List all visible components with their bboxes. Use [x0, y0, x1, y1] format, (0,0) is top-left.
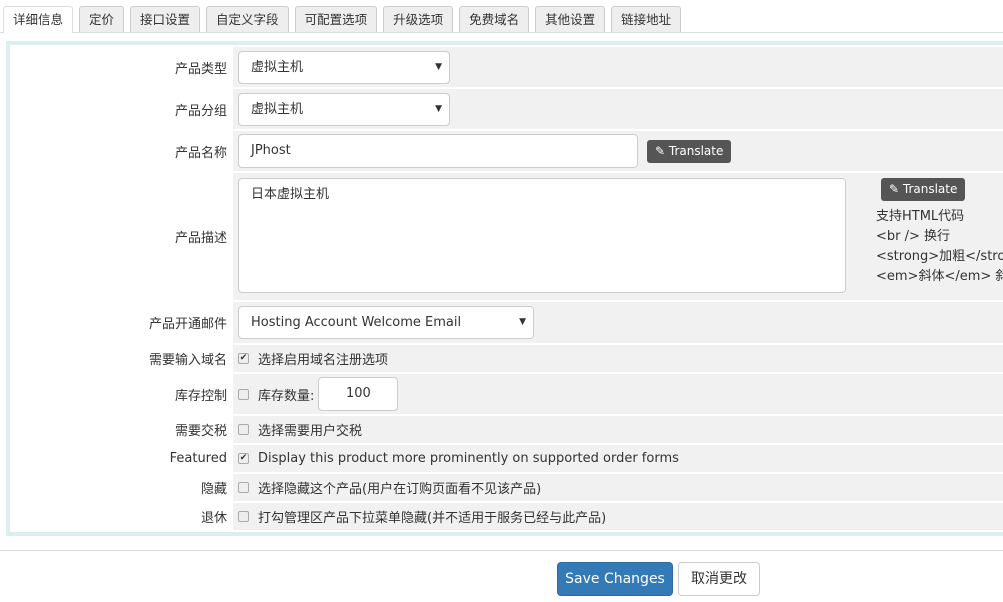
tab-details[interactable]: 详细信息 [3, 6, 74, 33]
details-panel: 产品类型 虚拟主机 ▼ 产品分组 虚拟主机 ▼ 产品名称 JPhost ✎ Tran… [6, 41, 1003, 536]
row-featured: Featured ✔ Display this product more prom… [10, 445, 1003, 474]
tab-free-domain[interactable]: 免费域名 [459, 6, 530, 32]
help-line: <br /> 换行 [876, 229, 951, 244]
checkbox-label: 打勾管理区产品下拉菜单隐藏(并不适用于服务已经与此产品) [258, 511, 607, 526]
row-welcome-email: 产品开通邮件 Hosting Account Welcome Email ▼ [10, 302, 1003, 345]
featured-checkbox[interactable]: ✔ [238, 453, 249, 464]
product-name-input[interactable]: JPhost [238, 134, 638, 168]
label: 产品描述 [174, 231, 227, 246]
tab-links[interactable]: 链接地址 [611, 6, 682, 32]
translate-name-button[interactable]: ✎ Translate [647, 139, 732, 163]
caret-down-icon: ▼ [519, 317, 526, 327]
translate-description-button[interactable]: ✎ Translate [881, 178, 966, 201]
tab-module-settings[interactable]: 接口设置 [130, 6, 201, 32]
caret-down-icon: ▼ [435, 103, 442, 114]
require-domain-checkbox[interactable]: ✔ [238, 353, 249, 364]
tab-other[interactable]: 其他设置 [535, 6, 606, 32]
button-label: Translate [902, 182, 958, 196]
row-product-description: 产品描述 日本虚拟主机 ✎ Translate 支持HTML代码 <br /> … [10, 173, 1003, 302]
label: 库存控制 [174, 388, 227, 404]
checkbox-label: 选择需要用户交税 [258, 424, 363, 439]
edit-icon: ✎ [655, 143, 669, 158]
caret-down-icon: ▼ [435, 61, 442, 72]
help-line: 支持HTML代码 [876, 209, 965, 224]
label: 产品开通邮件 [148, 317, 227, 332]
label: 隐藏 [200, 482, 227, 497]
label: 产品名称 [174, 145, 227, 161]
label: 需要交税 [174, 424, 227, 439]
product-type-select[interactable]: 虚拟主机 ▼ [238, 50, 450, 84]
tab-upgrades[interactable]: 升级选项 [383, 6, 454, 32]
button-label: Translate [668, 143, 724, 158]
label: 产品分组 [174, 103, 227, 119]
help-line: <strong>加粗</strong> [876, 249, 1003, 264]
row-product-group: 产品分组 虚拟主机 ▼ [10, 89, 1003, 131]
selected-value: Hosting Account Welcome Email [251, 315, 462, 330]
row-tax: 需要交税 选择需要用户交税 [10, 416, 1003, 445]
welcome-email-select[interactable]: Hosting Account Welcome Email ▼ [238, 306, 534, 339]
tab-pricing[interactable]: 定价 [79, 6, 125, 32]
selected-value: 虚拟主机 [251, 59, 304, 75]
row-require-domain: 需要输入域名 ✔ 选择启用域名注册选项 [10, 345, 1003, 374]
row-hidden: 隐藏 选择隐藏这个产品(用户在订购页面看不见该产品) [10, 474, 1003, 503]
checkbox-label: Display this product more prominently on… [258, 451, 679, 466]
stock-control-checkbox[interactable] [238, 388, 249, 400]
product-description-textarea[interactable]: 日本虚拟主机 [238, 178, 846, 293]
row-retired: 退休 打勾管理区产品下拉菜单隐藏(并不适用于服务已经与此产品) [10, 503, 1003, 532]
stock-quantity-input[interactable]: 100 [318, 377, 399, 411]
description-help: ✎ Translate 支持HTML代码 <br /> 换行 <strong>加… [876, 178, 1003, 287]
product-group-select[interactable]: 虚拟主机 ▼ [238, 92, 450, 126]
footer-divider [0, 550, 1003, 551]
row-product-type: 产品类型 虚拟主机 ▼ [10, 47, 1003, 89]
edit-icon: ✎ [889, 182, 903, 196]
tab-configurable-options[interactable]: 可配置选项 [294, 6, 378, 32]
tax-checkbox[interactable] [238, 424, 249, 435]
checkbox-label: 选择隐藏这个产品(用户在订购页面看不见该产品) [258, 482, 542, 497]
label: 需要输入域名 [148, 353, 227, 368]
retired-checkbox[interactable] [238, 511, 249, 522]
checkbox-label: 库存数量: [258, 388, 315, 404]
label: 退休 [200, 511, 227, 526]
cancel-changes-button[interactable]: 取消更改 [678, 562, 760, 596]
label: Featured [169, 451, 227, 466]
selected-value: 虚拟主机 [251, 101, 304, 117]
checkbox-label: 选择启用域名注册选项 [258, 353, 389, 368]
row-product-name: 产品名称 JPhost ✎ Translate [10, 131, 1003, 173]
hidden-checkbox[interactable] [238, 482, 249, 493]
row-stock-control: 库存控制 库存数量: 100 [10, 374, 1003, 416]
tab-custom-fields[interactable]: 自定义字段 [206, 6, 289, 32]
tab-bar: 详细信息 定价 接口设置 自定义字段 可配置选项 升级选项 免费域名 其他设置 … [0, 6, 1003, 33]
label: 产品类型 [174, 61, 227, 77]
save-changes-button[interactable]: Save Changes [557, 562, 673, 596]
help-line: <em>斜体</em> 斜体 [876, 269, 1003, 284]
